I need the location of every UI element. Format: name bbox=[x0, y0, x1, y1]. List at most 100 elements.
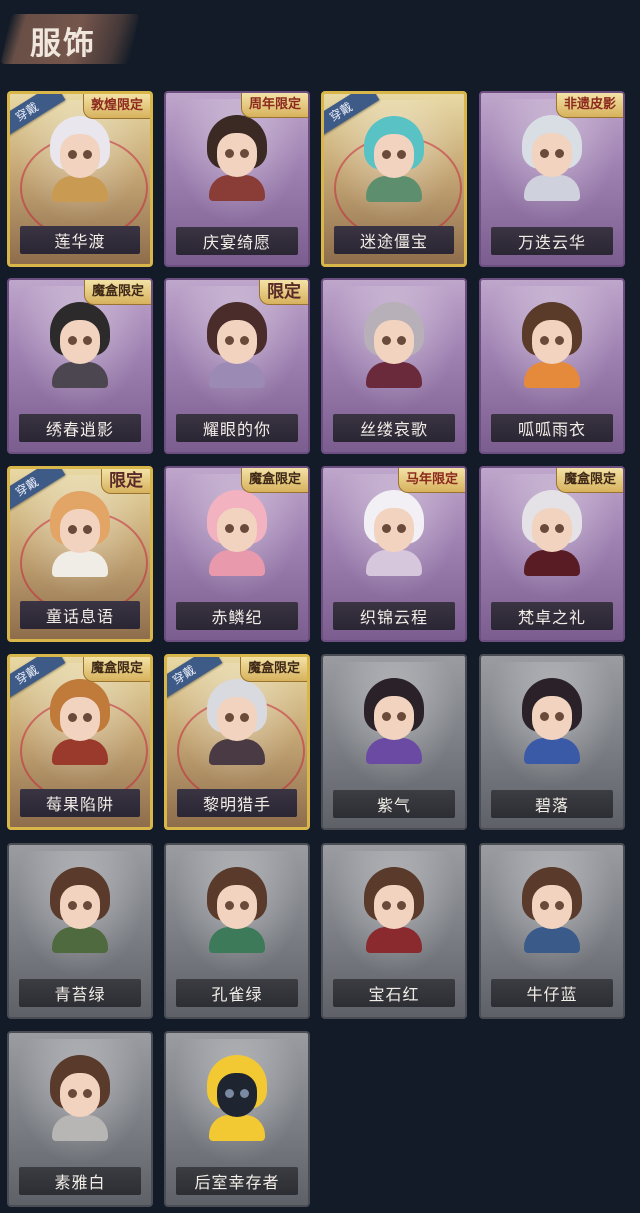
costume-portrait bbox=[205, 490, 269, 576]
costume-card[interactable]: 素雅白 bbox=[7, 1031, 153, 1207]
portrait-eye bbox=[83, 525, 92, 534]
portrait-eye bbox=[83, 150, 92, 159]
limited-tag: 周年限定 bbox=[240, 93, 308, 118]
portrait-face bbox=[60, 320, 100, 364]
portrait-eye bbox=[83, 1089, 92, 1098]
costume-portrait bbox=[520, 302, 584, 388]
portrait-face bbox=[532, 696, 572, 740]
portrait-body bbox=[209, 550, 265, 576]
costume-card[interactable]: 碧落 bbox=[479, 654, 625, 830]
costume-card[interactable]: 魔盒限定 绣春逍影 bbox=[7, 278, 153, 454]
costume-card[interactable]: 后室幸存者 bbox=[164, 1031, 310, 1207]
costume-card[interactable]: 周年限定 庆宴绮愿 bbox=[164, 91, 310, 267]
portrait-face bbox=[532, 133, 572, 177]
costume-card[interactable]: 呱呱雨衣 bbox=[479, 278, 625, 454]
portrait-face bbox=[217, 320, 257, 364]
portrait-body bbox=[524, 550, 580, 576]
portrait-eye bbox=[225, 713, 234, 722]
portrait-eye bbox=[240, 901, 249, 910]
portrait-eye bbox=[225, 901, 234, 910]
portrait-eye bbox=[68, 901, 77, 910]
portrait-face bbox=[217, 133, 257, 177]
costume-card[interactable]: 穿戴 魔盒限定 黎明猎手 bbox=[164, 654, 310, 830]
costume-card[interactable]: 穿戴 迷途僵宝 bbox=[321, 91, 467, 267]
portrait-eye bbox=[382, 336, 391, 345]
portrait-eye bbox=[540, 336, 549, 345]
portrait-body bbox=[52, 362, 108, 388]
costume-card[interactable]: 穿戴 限定 童话息语 bbox=[7, 466, 153, 642]
costume-name-label: 丝缕哀歌 bbox=[333, 414, 455, 442]
costume-card[interactable]: 牛仔蓝 bbox=[479, 843, 625, 1019]
limited-tag: 限定 bbox=[259, 280, 308, 305]
limited-tag: 魔盒限定 bbox=[555, 468, 623, 493]
costume-portrait bbox=[48, 302, 112, 388]
costume-name-label: 迷途僵宝 bbox=[334, 226, 454, 254]
costume-name-label: 后室幸存者 bbox=[176, 1167, 298, 1195]
costume-name-label: 黎明猎手 bbox=[177, 789, 297, 817]
portrait-eye bbox=[540, 712, 549, 721]
limited-tag: 非遗皮影 bbox=[555, 93, 623, 118]
costume-name-label: 赤鳞纪 bbox=[176, 602, 298, 630]
limited-tag: 魔盒限定 bbox=[239, 657, 307, 682]
costume-name-label: 宝石红 bbox=[333, 979, 455, 1007]
portrait-eye bbox=[240, 524, 249, 533]
portrait-body bbox=[209, 927, 265, 953]
portrait-body bbox=[524, 362, 580, 388]
portrait-body bbox=[52, 1115, 108, 1141]
costume-card[interactable]: 非遗皮影 万迭云华 bbox=[479, 91, 625, 267]
costume-portrait bbox=[520, 867, 584, 953]
portrait-eye bbox=[540, 524, 549, 533]
costume-card[interactable]: 青苔绿 bbox=[7, 843, 153, 1019]
portrait-face bbox=[217, 1073, 257, 1117]
portrait-face bbox=[532, 885, 572, 929]
costume-portrait bbox=[205, 867, 269, 953]
portrait-eye bbox=[397, 901, 406, 910]
costume-card[interactable]: 穿戴 魔盒限定 莓果陷阱 bbox=[7, 654, 153, 830]
portrait-body bbox=[209, 739, 265, 765]
portrait-body bbox=[209, 175, 265, 201]
portrait-eye bbox=[382, 150, 391, 159]
limited-tag: 魔盒限定 bbox=[82, 657, 150, 682]
limited-tag: 马年限定 bbox=[397, 468, 465, 493]
costume-card[interactable]: 魔盒限定赤鳞纪 bbox=[164, 466, 310, 642]
costume-portrait bbox=[362, 867, 426, 953]
limited-tag: 限定 bbox=[101, 469, 150, 494]
costume-portrait bbox=[520, 678, 584, 764]
costume-portrait bbox=[520, 490, 584, 576]
costume-name-label: 青苔绿 bbox=[19, 979, 141, 1007]
portrait-eye bbox=[555, 712, 564, 721]
portrait-eye bbox=[397, 524, 406, 533]
costume-portrait bbox=[48, 491, 112, 577]
costume-card[interactable]: 限定 耀眼的你 bbox=[164, 278, 310, 454]
portrait-eye bbox=[225, 1089, 234, 1098]
costume-card[interactable]: 穿戴 敦煌限定 莲华渡 bbox=[7, 91, 153, 267]
costume-card[interactable]: 魔盒限定 梵卓之礼 bbox=[479, 466, 625, 642]
portrait-eye bbox=[68, 525, 77, 534]
portrait-eye bbox=[540, 901, 549, 910]
portrait-eye bbox=[225, 336, 234, 345]
costume-card[interactable]: 马年限定 织锦云程 bbox=[321, 466, 467, 642]
portrait-body bbox=[52, 176, 108, 202]
costume-portrait bbox=[48, 116, 112, 202]
portrait-body bbox=[366, 550, 422, 576]
costume-card[interactable]: 紫气 bbox=[321, 654, 467, 830]
costume-card[interactable]: 孔雀绿 bbox=[164, 843, 310, 1019]
portrait-eye bbox=[240, 149, 249, 158]
portrait-eye bbox=[555, 336, 564, 345]
portrait-body bbox=[366, 927, 422, 953]
portrait-face bbox=[532, 320, 572, 364]
costume-name-label: 莲华渡 bbox=[20, 226, 140, 254]
limited-tag: 魔盒限定 bbox=[83, 280, 151, 305]
limited-tag: 魔盒限定 bbox=[240, 468, 308, 493]
portrait-eye bbox=[240, 713, 249, 722]
costume-card[interactable]: 宝石红 bbox=[321, 843, 467, 1019]
costume-portrait bbox=[362, 116, 426, 202]
portrait-eye bbox=[382, 901, 391, 910]
costume-card[interactable]: 丝缕哀歌 bbox=[321, 278, 467, 454]
portrait-eye bbox=[555, 524, 564, 533]
portrait-face bbox=[60, 509, 100, 553]
costume-grid: 穿戴 敦煌限定 莲华渡 周年限定 庆宴绮愿 穿戴 迷途僵宝 非遗皮影 万迭云华 魔盒限定 绣春逍影限… bbox=[0, 0, 640, 1213]
costume-portrait bbox=[205, 679, 269, 765]
portrait-body bbox=[209, 1115, 265, 1141]
portrait-body bbox=[209, 362, 265, 388]
